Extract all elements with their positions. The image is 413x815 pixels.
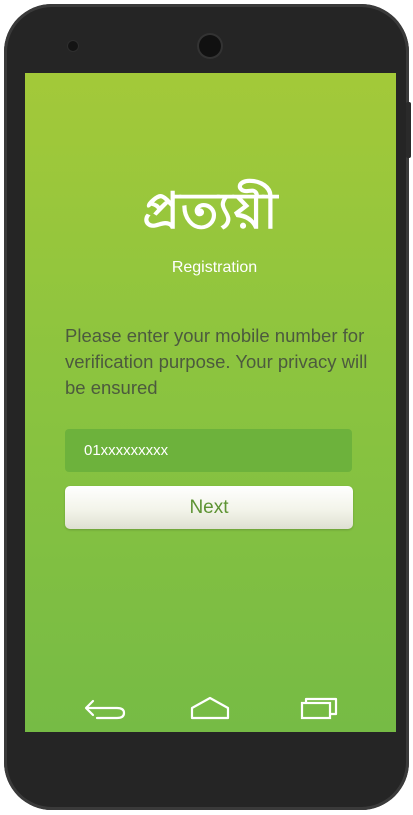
mobile-number-input[interactable] (65, 429, 352, 472)
phone-frame: প্রত্যয়ী Registration Please enter your… (4, 4, 409, 810)
verification-message: Please enter your mobile number for veri… (65, 325, 368, 398)
next-button[interactable]: Next (65, 486, 353, 529)
front-camera (199, 35, 221, 57)
power-button (406, 102, 411, 158)
front-sensor (68, 41, 78, 51)
page-title: Registration (171, 259, 258, 276)
recent-apps-icon (300, 697, 338, 720)
back-button[interactable] (81, 691, 129, 723)
home-button[interactable] (186, 691, 234, 723)
recent-apps-button[interactable] (296, 691, 344, 723)
app-logo: প্রত্যয়ী (142, 181, 279, 240)
back-icon (84, 699, 126, 720)
home-icon (190, 696, 230, 720)
app-screen: প্রত্যয়ী Registration Please enter your… (25, 73, 396, 732)
system-navigation-bar (25, 685, 396, 729)
